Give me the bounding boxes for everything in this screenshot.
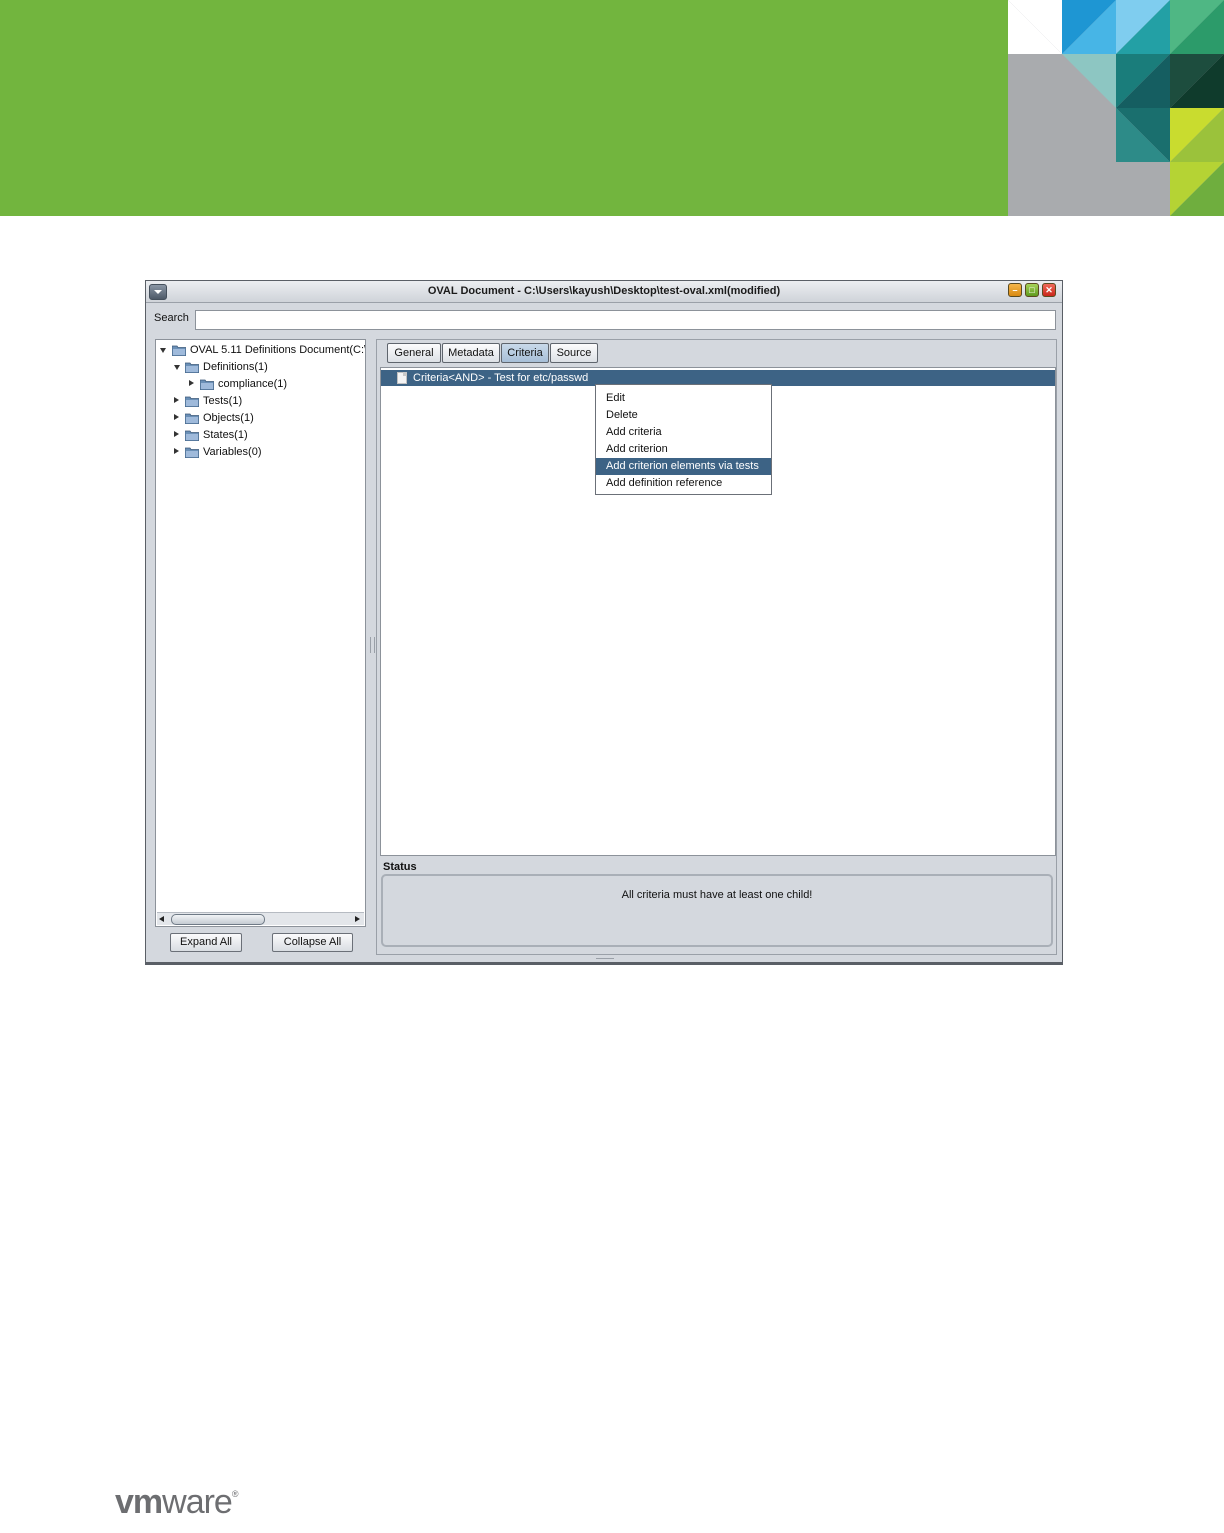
- folder-icon: [185, 447, 199, 458]
- page-header-banner: [0, 0, 1224, 216]
- collapsed-triangle-icon[interactable]: [174, 448, 179, 454]
- document-icon: [397, 372, 407, 384]
- tree-label: States(1): [203, 429, 248, 441]
- status-heading: Status: [383, 861, 417, 873]
- folder-icon: [185, 430, 199, 441]
- tab-criteria[interactable]: Criteria: [501, 343, 549, 363]
- folder-icon: [185, 413, 199, 424]
- folder-icon: [172, 345, 186, 356]
- menu-item-add-criteria[interactable]: Add criteria: [596, 424, 771, 441]
- tree-label: Definitions(1): [203, 361, 268, 373]
- tab-metadata[interactable]: Metadata: [442, 343, 500, 363]
- scrollbar-thumb[interactable]: [171, 914, 265, 925]
- tree-label: Objects(1): [203, 412, 254, 424]
- menu-item-delete[interactable]: Delete: [596, 407, 771, 424]
- folder-icon: [185, 362, 199, 373]
- menu-item-add-criterion-via-tests[interactable]: Add criterion elements via tests: [596, 458, 771, 475]
- collapsed-triangle-icon[interactable]: [174, 414, 179, 420]
- window-title: OVAL Document - C:\Users\kayush\Desktop\…: [427, 285, 781, 297]
- folder-icon: [200, 379, 214, 390]
- close-icon[interactable]: ✕: [1042, 283, 1056, 297]
- collapse-all-button[interactable]: Collapse All: [272, 933, 353, 952]
- context-menu: Edit Delete Add criteria Add criterion A…: [595, 384, 772, 495]
- tree-label: OVAL 5.11 Definitions Document(C:\: [190, 344, 366, 356]
- tree-label: Variables(0): [203, 446, 262, 458]
- expand-all-button[interactable]: Expand All: [170, 933, 242, 952]
- search-input[interactable]: [195, 310, 1056, 330]
- tab-general[interactable]: General: [387, 343, 441, 363]
- menu-item-add-definition-reference[interactable]: Add definition reference: [596, 475, 771, 492]
- expanded-triangle-icon[interactable]: [160, 348, 166, 353]
- vmware-logo: vmware®: [115, 1483, 239, 1521]
- tree-label: compliance(1): [218, 378, 288, 390]
- scroll-right-icon[interactable]: [355, 916, 360, 922]
- document-tree[interactable]: OVAL 5.11 Definitions Document(C:\ Defin…: [155, 339, 366, 927]
- collapsed-triangle-icon[interactable]: [174, 397, 179, 403]
- folder-icon: [185, 396, 199, 407]
- detail-pane: General Metadata Criteria Source Criteri…: [376, 339, 1057, 955]
- tab-source[interactable]: Source: [550, 343, 598, 363]
- window-bottom-border: [146, 962, 1062, 964]
- collapsed-triangle-icon[interactable]: [189, 380, 194, 386]
- vmware-triangle-pattern: [1008, 0, 1224, 216]
- minimize-icon[interactable]: –: [1008, 283, 1022, 297]
- status-panel: All criteria must have at least one chil…: [381, 874, 1053, 947]
- menu-item-add-criterion[interactable]: Add criterion: [596, 441, 771, 458]
- window-titlebar[interactable]: OVAL Document - C:\Users\kayush\Desktop\…: [146, 281, 1062, 303]
- search-label: Search: [154, 312, 189, 324]
- collapsed-triangle-icon[interactable]: [174, 431, 179, 437]
- tree-label: Tests(1): [203, 395, 243, 407]
- menu-item-edit[interactable]: Edit: [596, 390, 771, 407]
- oval-document-window: OVAL Document - C:\Users\kayush\Desktop\…: [145, 280, 1063, 965]
- pane-splitter-handle[interactable]: [370, 637, 375, 653]
- criteria-tree-panel[interactable]: Criteria<AND> - Test for etc/passwd Edit…: [380, 367, 1056, 856]
- maximize-icon[interactable]: □: [1025, 283, 1039, 297]
- criteria-label: Criteria<AND> - Test for etc/passwd: [413, 372, 589, 384]
- expanded-triangle-icon[interactable]: [174, 365, 180, 370]
- status-message: All criteria must have at least one chil…: [621, 889, 813, 901]
- tree-horizontal-scrollbar[interactable]: [157, 912, 364, 925]
- scroll-left-icon[interactable]: [159, 916, 164, 922]
